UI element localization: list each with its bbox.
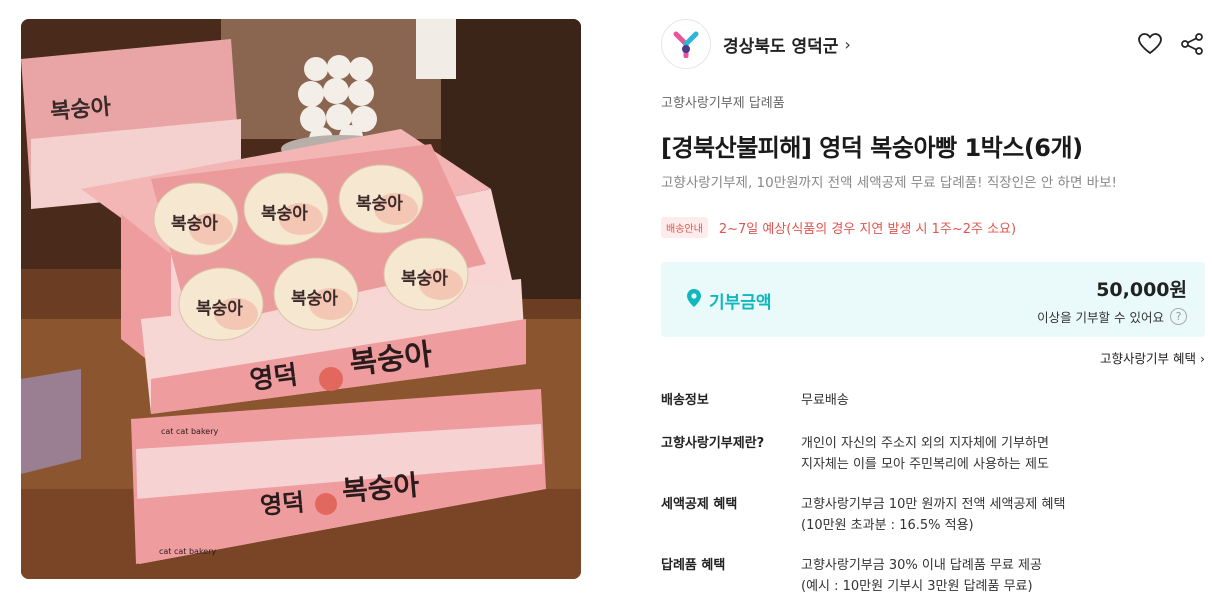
box-brand-text: 복숭아	[49, 95, 112, 125]
info-key: 고향사랑기부제란?	[661, 436, 765, 451]
location-pin-icon	[687, 289, 701, 312]
donation-sub-text: 이상을 기부할 수 있어요	[1037, 310, 1164, 325]
donation-amount-box: 기부금액 50,000원 이상을 기부할 수 있어요 ?	[661, 262, 1205, 337]
box-side-small-text: cat cat bakery	[161, 427, 219, 436]
info-value: 고향사랑기부금 10만 원까지 전액 세액공제 혜택 (10만원 초과분 : 1…	[801, 494, 1065, 555]
shipping-notice: 배송안내 2~7일 예상(식품의 경우 지연 발생 시 1주~2주 소요)	[661, 217, 1016, 238]
product-title: [경북산불피해] 영덕 복숭아빵 1박스(6개)	[661, 134, 1083, 162]
pastry-label: 복숭아	[356, 194, 403, 214]
box-brand-text: 영덕	[259, 488, 305, 520]
help-icon[interactable]: ?	[1170, 308, 1187, 325]
info-row-gift: 답례품 혜택 고향사랑기부금 30% 이내 답례품 무료 제공 (예시 : 10…	[661, 555, 1205, 605]
pastry-label: 복숭아	[196, 299, 243, 319]
info-key: 답례품 혜택	[661, 558, 726, 573]
info-row-tax: 세액공제 혜택 고향사랑기부금 10만 원까지 전액 세액공제 혜택 (10만원…	[661, 494, 1205, 555]
info-value: 개인이 자신의 주소지 외의 지자체에 기부하면 지자체는 이를 모아 주민복리…	[801, 433, 1049, 494]
info-line: 고향사랑기부금 10만 원까지 전액 세액공제 혜택	[801, 497, 1066, 512]
product-subtitle: 고향사랑기부제, 10만원까지 전액 세액공제 무료 답례품! 직장인은 안 하…	[661, 175, 1117, 191]
seller-actions	[1137, 31, 1205, 57]
chevron-right-icon[interactable]: ›	[844, 35, 850, 54]
donation-sub: 이상을 기부할 수 있어요 ?	[1037, 307, 1187, 326]
info-value: 고향사랑기부금 30% 이내 답례품 무료 제공 (예시 : 10만원 기부시 …	[801, 555, 1042, 605]
info-line: 무료배송	[801, 393, 849, 408]
box-brand-text: 영덕	[248, 360, 299, 396]
pastry-label: 복숭아	[291, 289, 338, 309]
product-category: 고향사랑기부제 답례품	[661, 96, 785, 111]
box-brand-text: 복숭아	[341, 468, 421, 508]
info-key: 세액공제 혜택	[661, 497, 738, 512]
info-line: (예시 : 10만원 기부시 3만원 답례품 무료)	[801, 579, 1033, 594]
yeongdeok-logo-icon[interactable]	[661, 19, 711, 69]
donation-label: 기부금액	[687, 288, 772, 313]
info-line: (10만원 초과분 : 16.5% 적용)	[801, 518, 974, 533]
pastry-label: 복숭아	[401, 269, 448, 289]
pastry-label: 복숭아	[261, 204, 308, 224]
info-line: 지자체는 이를 모아 주민복리에 사용하는 제도	[801, 457, 1049, 472]
info-table: 배송정보 무료배송 고향사랑기부제란? 개인이 자신의 주소지 외의 지자체에 …	[661, 390, 1205, 605]
seller-name-link[interactable]: 경상북도 영덕군	[723, 32, 838, 57]
info-row-shipping: 배송정보 무료배송	[661, 390, 1205, 433]
donation-amount: 50,000원	[1096, 279, 1187, 301]
box-side-small-text: cat cat bakery	[159, 547, 217, 556]
donation-label-text: 기부금액	[709, 293, 772, 313]
share-icon[interactable]	[1179, 31, 1205, 57]
product-image[interactable]: 복숭아 복숭아 복숭아 복숭아 복숭아 복숭아 영덕 복숭아 영덕 복숭아 복숭…	[21, 19, 581, 579]
info-row-about: 고향사랑기부제란? 개인이 자신의 주소지 외의 지자체에 기부하면 지자체는 …	[661, 433, 1205, 494]
info-line: 고향사랑기부금 30% 이내 답례품 무료 제공	[801, 558, 1042, 573]
pastry-label: 복숭아	[171, 214, 218, 234]
shipping-badge: 배송안내	[661, 217, 708, 238]
shipping-text: 2~7일 예상(식품의 경우 지연 발생 시 1주~2주 소요)	[718, 222, 1017, 237]
info-key: 배송정보	[661, 393, 709, 408]
benefit-link[interactable]: 고향사랑기부 혜택 ›	[1100, 348, 1205, 367]
info-line: 개인이 자신의 주소지 외의 지자체에 기부하면	[801, 436, 1049, 451]
seller-header: 경상북도 영덕군 ›	[661, 19, 1205, 69]
info-value: 무료배송	[801, 390, 849, 433]
heart-icon[interactable]	[1137, 31, 1163, 57]
